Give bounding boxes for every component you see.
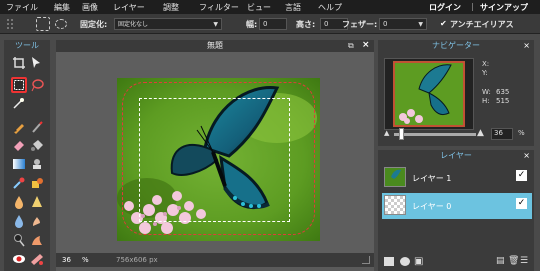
restore-window-icon[interactable]: ⧉ <box>348 41 354 51</box>
menu-image[interactable]: 画像 <box>82 2 98 13</box>
pencil-tool-icon[interactable] <box>12 120 26 134</box>
rect-select-mode-icon[interactable] <box>36 17 50 31</box>
nav-h-label: H: <box>482 97 490 105</box>
crop-tool-icon[interactable] <box>12 56 26 70</box>
zoom-value[interactable]: 36 <box>62 256 71 264</box>
zoom-in-mountain-icon[interactable]: ▲ <box>477 128 484 138</box>
nav-zoom-input[interactable]: 36 <box>491 128 513 140</box>
document-status-bar: 36 % 756x606 px <box>56 253 374 267</box>
zoom-slider-thumb[interactable] <box>399 128 404 140</box>
document-size: 756x606 px <box>116 256 158 264</box>
nav-w-value: 635 <box>496 88 510 96</box>
burn-tool-icon[interactable] <box>30 233 44 247</box>
menu-bar: ファイル 編集 画像 レイヤー 調整 フィルター ビュー 言語 ヘルプ ログイン… <box>0 0 540 14</box>
height-label: 高さ: <box>296 20 316 29</box>
width-label: 幅: <box>246 20 258 29</box>
feather-value: 0 <box>383 20 388 28</box>
grip-icon <box>6 17 20 31</box>
menu-view[interactable]: ビュー <box>247 2 271 13</box>
menu-separator: | <box>471 2 474 11</box>
layer-settings-icon[interactable]: ☰ <box>520 256 528 266</box>
nav-x-label: X: <box>482 60 490 68</box>
smudge-tool-icon[interactable] <box>30 214 44 228</box>
document-window: 無題 ⧉ × 36 % 756x606 px <box>56 40 374 271</box>
move-tool-icon[interactable] <box>30 56 44 70</box>
layer-mask-icon[interactable] <box>400 257 410 266</box>
fixed-select-value: 固定化なし <box>118 21 149 28</box>
resize-handle-icon[interactable] <box>362 256 370 264</box>
antialias-checkbox-icon[interactable]: ✔ <box>440 19 447 28</box>
signup-link[interactable]: サインアップ <box>480 2 528 13</box>
nav-zoom-unit: % <box>518 129 525 137</box>
menu-edit[interactable]: 編集 <box>54 2 70 13</box>
zoom-unit: % <box>82 256 89 264</box>
menu-layer[interactable]: レイヤー <box>113 2 145 13</box>
eraser-tool-icon[interactable] <box>12 138 26 152</box>
width-input[interactable]: 0 <box>259 18 287 30</box>
rect-selection-marquee <box>139 98 290 222</box>
document-title: 無題 <box>56 40 374 52</box>
menu-language[interactable]: 言語 <box>285 2 301 13</box>
layers-panel: レイヤー × レイヤー 1 ✓ レイヤー 0 ✓ ▣ ▤ 🗑 ☰ <box>378 150 534 271</box>
navigator-title: ナビゲーター <box>378 40 534 52</box>
zoom-out-mountain-icon[interactable]: ▲ <box>384 129 389 137</box>
layer-row[interactable]: レイヤー 1 ✓ <box>382 165 532 191</box>
new-layer-icon[interactable]: ▤ <box>496 256 505 266</box>
options-bar: 固定化: 固定化なし ▼ 幅: 0 高さ: 0 フェザー: 0 ▼ ✔ アンチエ… <box>0 14 540 34</box>
layer-adjust-icon[interactable]: ▣ <box>414 256 423 267</box>
layer-style-icon[interactable] <box>384 257 394 266</box>
spot-heal-tool-icon[interactable] <box>12 195 26 209</box>
sharpen-tool-icon[interactable] <box>30 195 44 209</box>
fixed-select[interactable]: 固定化なし ▼ <box>114 18 222 30</box>
navigator-panel: ナビゲーター × X: Y: W: 635 H: 515 ▲ ▲ 36 % <box>378 40 534 146</box>
menu-help[interactable]: ヘルプ <box>318 2 342 13</box>
magic-wand-tool-icon[interactable] <box>12 96 26 110</box>
layers-title: レイヤー <box>378 150 534 162</box>
antialias-label: アンチエイリアス <box>450 20 514 29</box>
red-eye-tool-icon[interactable] <box>12 252 26 266</box>
marquee-tool-icon[interactable] <box>11 77 27 93</box>
brush-tool-icon[interactable] <box>30 120 44 134</box>
navigator-preview[interactable] <box>384 58 474 130</box>
color-replace-tool-icon[interactable] <box>12 176 26 190</box>
canvas-area[interactable] <box>56 52 374 253</box>
trash-icon[interactable]: 🗑 <box>508 256 519 266</box>
layer-thumbnail <box>384 167 406 187</box>
lasso-tool-icon[interactable] <box>30 78 44 92</box>
chevron-down-icon: ▼ <box>213 21 218 28</box>
drawing-tool-icon[interactable] <box>30 176 44 190</box>
nav-w-label: W: <box>482 88 491 96</box>
menu-filter[interactable]: フィルター <box>199 2 239 13</box>
zoom-slider-track[interactable] <box>394 133 476 136</box>
stamp-tool-icon[interactable] <box>30 157 44 171</box>
feather-select[interactable]: 0 ▼ <box>379 18 427 30</box>
sponge-tool-icon[interactable] <box>30 252 44 266</box>
layer-name: レイヤー 1 <box>412 174 452 183</box>
nav-y-label: Y: <box>482 69 488 77</box>
menu-file[interactable]: ファイル <box>6 2 38 13</box>
layer-row-selected[interactable]: レイヤー 0 ✓ <box>382 193 532 219</box>
navigator-close-icon[interactable]: × <box>523 40 530 52</box>
layer-visibility-checkbox[interactable]: ✓ <box>516 170 527 181</box>
nav-h-value: 515 <box>496 97 510 105</box>
layers-close-icon[interactable]: × <box>523 150 530 162</box>
login-link[interactable]: ログイン <box>429 2 461 13</box>
fixed-label: 固定化: <box>80 20 108 29</box>
feather-label: フェザー: <box>342 20 378 29</box>
tools-title: ツール <box>4 40 50 52</box>
dodge-tool-icon[interactable] <box>12 233 26 247</box>
close-icon[interactable]: × <box>362 40 370 50</box>
bucket-tool-icon[interactable] <box>30 138 44 152</box>
chevron-down-icon: ▼ <box>418 21 423 28</box>
gradient-tool-icon[interactable] <box>12 157 26 171</box>
menu-adjust[interactable]: 調整 <box>163 2 179 13</box>
blur-tool-icon[interactable] <box>12 214 26 228</box>
layer-visibility-checkbox[interactable]: ✓ <box>516 198 527 209</box>
layer-name: レイヤー 0 <box>412 202 452 211</box>
tools-panel: ツール <box>4 40 50 271</box>
ellipse-select-mode-icon[interactable] <box>55 19 67 29</box>
layer-thumbnail-transparent <box>384 195 406 215</box>
